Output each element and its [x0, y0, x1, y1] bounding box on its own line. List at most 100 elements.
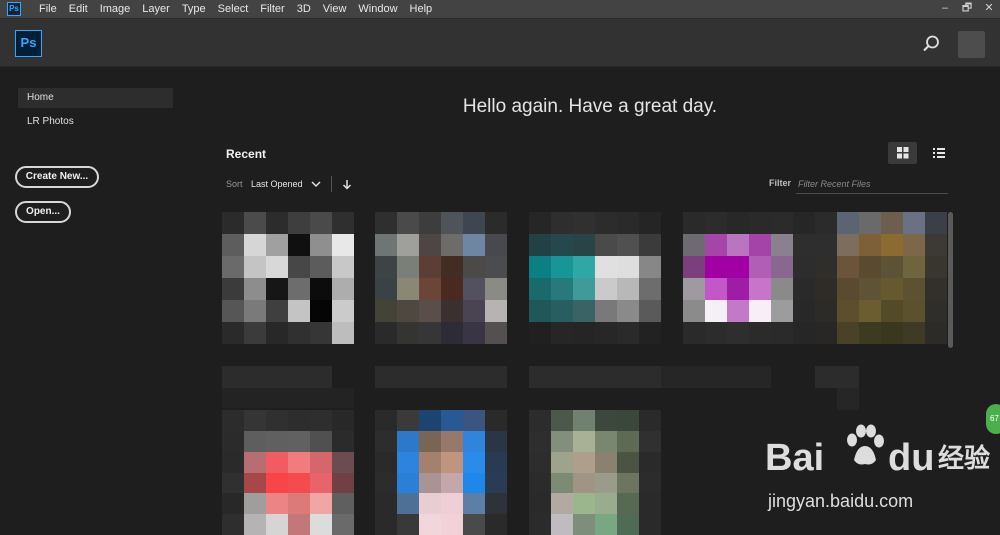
thumbnail-pixel — [683, 322, 705, 344]
ps-home-screen: Ps File Edit Image Layer Type Select Fil… — [0, 0, 1000, 535]
sidebar: Home LR Photos Create New... Open... — [0, 68, 195, 535]
thumbnail-pixel — [551, 451, 573, 473]
thumbnail-pixel — [749, 212, 771, 234]
thumbnail-pixel — [771, 212, 793, 234]
thumbnail-pixel — [837, 256, 859, 278]
filter-recent-files-input[interactable] — [796, 174, 948, 194]
ps-menu-logo[interactable]: Ps — [7, 2, 21, 16]
thumbnail-pixel — [375, 322, 397, 344]
thumbnail-pixel — [310, 472, 332, 494]
thumbnail-pixel — [222, 322, 244, 344]
thumbnail-pixel — [310, 322, 332, 344]
restore-button[interactable]: 🗗 — [956, 0, 978, 19]
recent-file-thumbnail[interactable] — [222, 410, 354, 535]
thumbnail-pixel — [903, 300, 925, 322]
thumbnail-pixel — [419, 256, 441, 278]
thumbnail-pixel — [419, 514, 441, 535]
create-new-button[interactable]: Create New... — [15, 166, 99, 188]
thumbnail-pixel — [244, 514, 266, 535]
recent-file-thumbnail[interactable] — [222, 212, 354, 344]
thumbnail-pixel — [310, 451, 332, 473]
menu-view[interactable]: View — [317, 0, 353, 19]
sidebar-item-home[interactable]: Home — [18, 88, 173, 108]
thumbnail-pixel — [266, 278, 288, 300]
list-view-button[interactable] — [928, 142, 950, 164]
thumbnail-pixel — [881, 322, 903, 344]
sort-dropdown[interactable]: Last Opened — [251, 179, 303, 189]
menu-filter[interactable]: Filter — [254, 0, 290, 19]
thumbnail-pixel — [529, 472, 551, 494]
menu-layer[interactable]: Layer — [136, 0, 176, 19]
thumbnail-pixel — [705, 322, 727, 344]
thumbnail-pixel — [441, 410, 463, 431]
chevron-down-icon[interactable] — [311, 180, 321, 188]
thumbnail-pixel — [529, 300, 551, 322]
menu-file[interactable]: File — [33, 0, 63, 19]
menu-window[interactable]: Window — [352, 0, 403, 19]
thumbnail-pixel — [485, 472, 507, 494]
grid-view-button[interactable] — [888, 142, 917, 164]
recent-file-thumbnail[interactable] — [375, 212, 507, 344]
file-name-strip — [222, 366, 332, 388]
thumbnail-pixel — [639, 451, 661, 473]
thumbnail-pixel — [222, 451, 244, 473]
search-icon — [923, 35, 939, 52]
file-name-strip — [222, 388, 354, 408]
recent-file-thumbnail[interactable] — [529, 410, 661, 535]
thumbnail-pixel — [727, 300, 749, 322]
thumbnail-pixel — [617, 234, 639, 256]
menu-image[interactable]: Image — [94, 0, 137, 19]
thumbnail-pixel — [397, 493, 419, 515]
thumbnail-pixel — [617, 430, 639, 452]
recent-file-thumbnail[interactable] — [529, 212, 661, 344]
minimize-button[interactable]: – — [934, 0, 956, 19]
thumbnail-pixel — [397, 410, 419, 431]
menu-help[interactable]: Help — [404, 0, 439, 19]
thumbnail-pixel — [222, 514, 244, 535]
thumbnail-pixel — [463, 212, 485, 234]
sort-label: Sort — [226, 179, 243, 189]
recent-file-thumbnail[interactable] — [815, 212, 947, 344]
recent-file-thumbnail[interactable] — [683, 212, 815, 344]
thumbnail-pixel — [573, 322, 595, 344]
thumbnail-pixel — [244, 410, 266, 431]
menu-edit[interactable]: Edit — [63, 0, 94, 19]
thumbnail-pixel — [551, 300, 573, 322]
menu-type[interactable]: Type — [176, 0, 212, 19]
thumbnail-pixel — [573, 493, 595, 515]
thumbnail-pixel — [639, 322, 661, 344]
thumbnail-pixel — [749, 300, 771, 322]
search-button[interactable] — [920, 33, 942, 55]
open-button[interactable]: Open... — [15, 201, 71, 223]
profile-avatar[interactable] — [958, 31, 985, 58]
menu-3d[interactable]: 3D — [291, 0, 317, 19]
thumbnail-pixel — [595, 256, 617, 278]
thumbnail-pixel — [727, 322, 749, 344]
side-badge[interactable]: 67 — [986, 404, 1000, 434]
thumbnail-pixel — [485, 322, 507, 344]
thumbnail-pixel — [419, 493, 441, 515]
menu-select[interactable]: Select — [212, 0, 255, 19]
thumbnail-pixel — [222, 493, 244, 515]
thumbnail-pixel — [859, 278, 881, 300]
thumbnail-pixel — [595, 278, 617, 300]
thumbnail-pixel — [925, 212, 947, 234]
thumbnail-pixel — [332, 410, 354, 431]
arrow-down-icon[interactable] — [342, 179, 352, 190]
thumbnail-pixel — [288, 472, 310, 494]
ps-logo[interactable]: Ps — [15, 30, 42, 57]
close-button[interactable]: ✕ — [978, 0, 1000, 19]
thumbnail-pixel — [485, 212, 507, 234]
recent-file-thumbnail[interactable] — [375, 410, 507, 535]
greeting-text: Hello again. Have a great day. — [462, 96, 718, 117]
thumbnail-pixel — [837, 234, 859, 256]
sidebar-item-lr-photos[interactable]: LR Photos — [18, 112, 173, 132]
thumbnail-pixel — [551, 514, 573, 535]
thumbnail-pixel — [573, 514, 595, 535]
scrollbar-thumb[interactable] — [948, 212, 953, 348]
thumbnail-pixel — [573, 300, 595, 322]
thumbnail-pixel — [310, 493, 332, 515]
thumbnail-pixel — [222, 472, 244, 494]
thumbnail-pixel — [441, 234, 463, 256]
thumbnail-pixel — [244, 493, 266, 515]
